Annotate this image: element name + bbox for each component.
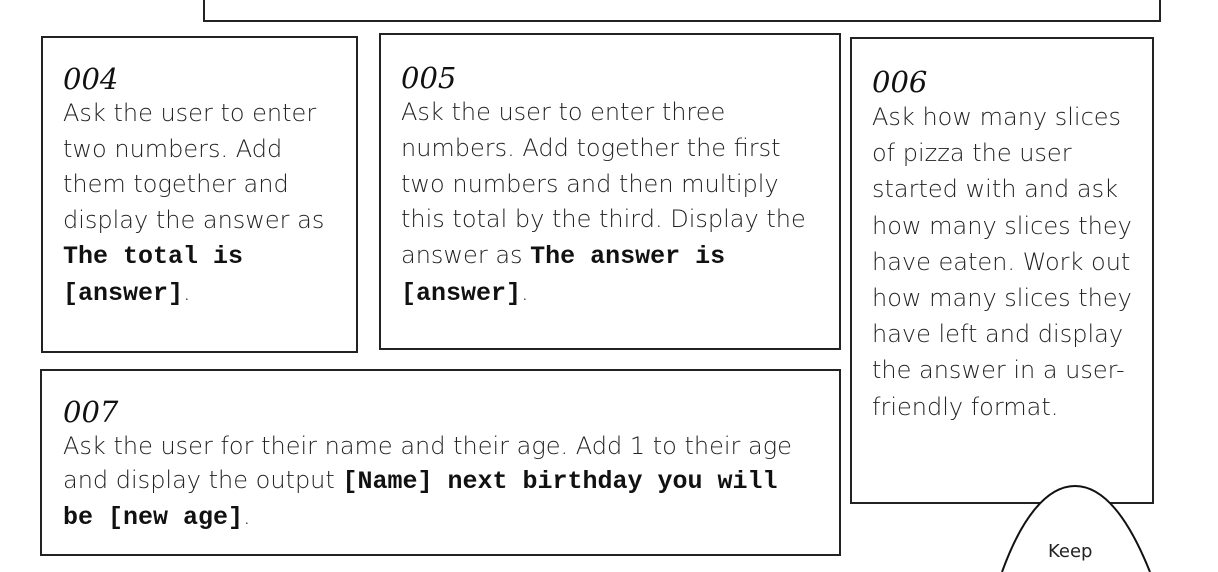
task-card-007: 007 Ask the user for their name and thei… [40,369,841,556]
callout-label: Keep [1048,541,1093,562]
task-card-006: 006 Ask how many slices of pizza the use… [850,37,1154,504]
task-description: Ask the user to enter three numbers. Add… [401,95,821,312]
task-description: Ask the user for their name and their ag… [63,429,821,535]
task-description: Ask the user to enter two numbers. Add t… [63,96,338,312]
task-text: Ask how many slices of pizza the user st… [872,103,1132,421]
task-suffix: . [183,277,191,306]
task-number: 005 [401,61,457,95]
task-description: Ask how many slices of pizza the user st… [872,99,1142,425]
top-task-box: g y [203,0,1161,22]
task-number: 007 [63,395,119,429]
task-suffix: . [521,277,529,306]
task-card-005: 005 Ask the user to enter three numbers.… [379,33,841,350]
task-output-code: The total is [answer] [63,242,244,308]
task-suffix: . [243,502,251,530]
task-number: 006 [872,65,928,99]
task-number: 004 [63,62,119,96]
task-text: Ask the user to enter two numbers. Add t… [63,99,325,234]
task-card-004: 004 Ask the user to enter two numbers. A… [41,36,358,353]
